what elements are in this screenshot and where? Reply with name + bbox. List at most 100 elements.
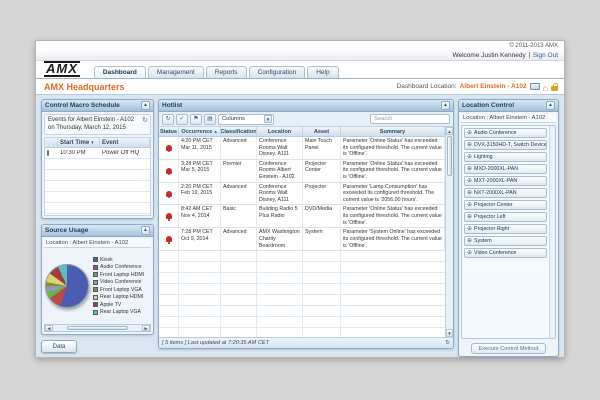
- collapse-icon[interactable]: [141, 101, 150, 110]
- column-header[interactable]: Location: [257, 127, 303, 136]
- legend-swatch: [93, 264, 98, 270]
- expand-plus-icon[interactable]: [467, 166, 472, 172]
- collapse-icon[interactable]: [141, 226, 150, 235]
- schedule-event-header[interactable]: Event: [100, 138, 150, 147]
- data-button[interactable]: Data: [41, 340, 77, 353]
- table-row[interactable]: 3:28 PM CET Mar 5, 2015 Premier Conferenc…: [159, 159, 445, 183]
- device-item[interactable]: DVX-3150HD-T, Switch Device: [464, 140, 547, 150]
- device-item[interactable]: NXT-2000XL-PAN: [464, 188, 547, 198]
- legend-label: Front Laptop HDMI: [100, 271, 145, 278]
- expand-plus-icon[interactable]: [467, 202, 472, 208]
- device-item[interactable]: Projector Left: [464, 212, 547, 222]
- title-row: AMX Headquarters Dashboard Location: Alb…: [36, 79, 564, 94]
- refresh-icon[interactable]: [162, 113, 174, 125]
- legend-item: Rear Laptop VGA: [93, 309, 151, 315]
- execute-button-row: Execute Control Method: [459, 341, 558, 356]
- nav-tab[interactable]: Dashboard: [93, 66, 146, 78]
- search-input[interactable]: [370, 114, 450, 124]
- expand-plus-icon[interactable]: [467, 226, 472, 232]
- vertical-scrollbar[interactable]: [549, 126, 555, 338]
- scroll-down-icon[interactable]: ▼: [446, 329, 453, 337]
- schedule-panel-header: Control Macro Schedule: [42, 100, 153, 112]
- scrollbar-thumb[interactable]: [447, 136, 452, 176]
- acknowledge-icon[interactable]: [176, 113, 188, 125]
- column-header[interactable]: Status: [159, 127, 179, 136]
- collapse-icon[interactable]: [546, 101, 555, 110]
- expand-plus-icon[interactable]: [467, 178, 472, 184]
- home-icon[interactable]: [543, 78, 548, 96]
- legend-label: Rear Laptop HDMI: [100, 294, 144, 301]
- schedule-row[interactable]: 10:30 PM Power Off HQ: [45, 148, 150, 159]
- legend-swatch: [93, 279, 98, 285]
- export-icon[interactable]: [204, 113, 216, 125]
- table-row[interactable]: 7:28 PM CET Oct 9, 2014 Advanced AMX Wash…: [159, 228, 445, 252]
- legend-label: Rear Laptop VGA: [100, 309, 141, 316]
- table-row[interactable]: 4:20 PM CET Mar 11, 2015 Advanced Confere…: [159, 137, 445, 160]
- legend-label: Video Conference: [100, 279, 142, 286]
- table-row[interactable]: 8:42 AM CET Nov 4, 2014 Basic Building Ra…: [159, 205, 445, 229]
- lock-icon[interactable]: [551, 82, 558, 91]
- execute-control-method-button[interactable]: Execute Control Method: [471, 343, 546, 354]
- scroll-left-icon[interactable]: ◄: [45, 325, 53, 332]
- expand-plus-icon[interactable]: [467, 130, 472, 136]
- source-usage-chart: Kiosk Audio Conference Front Laptop HDMI…: [42, 248, 153, 322]
- hotlist-table: Status Occurrence ▲ Classification Location A…: [159, 127, 453, 337]
- device-item[interactable]: Audio Conference: [464, 128, 547, 138]
- location-value[interactable]: Albert Einstein - A102: [460, 83, 527, 90]
- hotlist-statusbar: [ 5 items ] Last updated at 7:20:35 AM C…: [159, 337, 453, 348]
- scrollbar-thumb[interactable]: [67, 326, 128, 330]
- expand-plus-icon[interactable]: [467, 214, 472, 220]
- column-header[interactable]: Summary: [341, 127, 445, 136]
- legend-item: Kiosk: [93, 257, 151, 263]
- schedule-icon-column: [45, 138, 58, 147]
- expand-plus-icon[interactable]: [467, 250, 472, 256]
- nav-tab[interactable]: Management: [147, 66, 204, 78]
- hotlist-rows: 4:20 PM CET Mar 11, 2015 Advanced Confere…: [159, 137, 445, 252]
- location-cell: Building Radio 5 Plus Radio: [257, 205, 303, 228]
- legend-item: Rear Laptop HDMI: [93, 294, 151, 300]
- collapse-icon[interactable]: [441, 101, 450, 110]
- refresh-icon[interactable]: [142, 117, 148, 124]
- schedule-info: Events for Albert Einstein - A102 on Thu…: [44, 114, 151, 135]
- expand-plus-icon[interactable]: [467, 238, 472, 244]
- location-cell: AMX Washington Charity Boardroom: [257, 228, 303, 251]
- location-label: Dashboard Location:: [396, 83, 457, 90]
- horizontal-scrollbar[interactable]: ◄ ►: [44, 324, 151, 332]
- chevron-down-icon: [264, 115, 272, 123]
- device-item[interactable]: MXD-2000XL-PAN: [464, 164, 547, 174]
- device-item[interactable]: Projector Right: [464, 224, 547, 234]
- classification-cell: Basic: [221, 205, 257, 228]
- schedule-start-time-header[interactable]: Start Time ▼: [58, 138, 100, 147]
- columns-dropdown[interactable]: Columns: [218, 113, 274, 125]
- legend-item: Audio Conference: [93, 264, 151, 270]
- nav-tab[interactable]: Configuration: [248, 66, 306, 78]
- nav-tab[interactable]: Reports: [205, 66, 247, 78]
- location-control-location: Location : Albert Einstein - A102: [461, 114, 556, 123]
- classification-cell: Premier: [221, 159, 257, 182]
- location-control-listbox: Audio Conference DVX-3150HD-T, Switch De…: [461, 125, 556, 339]
- device-item[interactable]: MXT-2000XL-PAN: [464, 176, 547, 186]
- hotlist-panel: Hotlist Columns StatusOccurr: [158, 99, 454, 349]
- flag-icon[interactable]: [190, 113, 202, 125]
- device-item[interactable]: Projector Center: [464, 200, 547, 210]
- column-header[interactable]: Occurrence ▲: [179, 127, 221, 136]
- device-item[interactable]: Lighting: [464, 152, 547, 162]
- scroll-right-icon[interactable]: ►: [142, 325, 150, 332]
- alarm-bell-icon: [165, 167, 172, 176]
- column-header[interactable]: Classification: [221, 127, 257, 136]
- scroll-up-icon[interactable]: ▲: [446, 127, 453, 135]
- table-row[interactable]: 2:20 PM CET Feb 19, 2015 Advanced Confere…: [159, 182, 445, 206]
- expand-plus-icon[interactable]: [467, 154, 472, 160]
- schedule-empty-rows: [45, 159, 150, 215]
- legend-label: Kiosk: [100, 256, 113, 263]
- sign-out-link[interactable]: Sign Out: [533, 52, 558, 59]
- nav-tab[interactable]: Help: [307, 66, 339, 78]
- column-header[interactable]: Asset: [303, 127, 341, 136]
- expand-plus-icon[interactable]: [467, 142, 472, 148]
- refresh-icon[interactable]: [445, 340, 450, 347]
- vertical-scrollbar[interactable]: ▲ ▼: [445, 127, 453, 337]
- touch-panel-icon[interactable]: [529, 83, 540, 90]
- device-item[interactable]: System: [464, 236, 547, 246]
- device-item[interactable]: Video Conference: [464, 248, 547, 258]
- expand-plus-icon[interactable]: [467, 190, 472, 196]
